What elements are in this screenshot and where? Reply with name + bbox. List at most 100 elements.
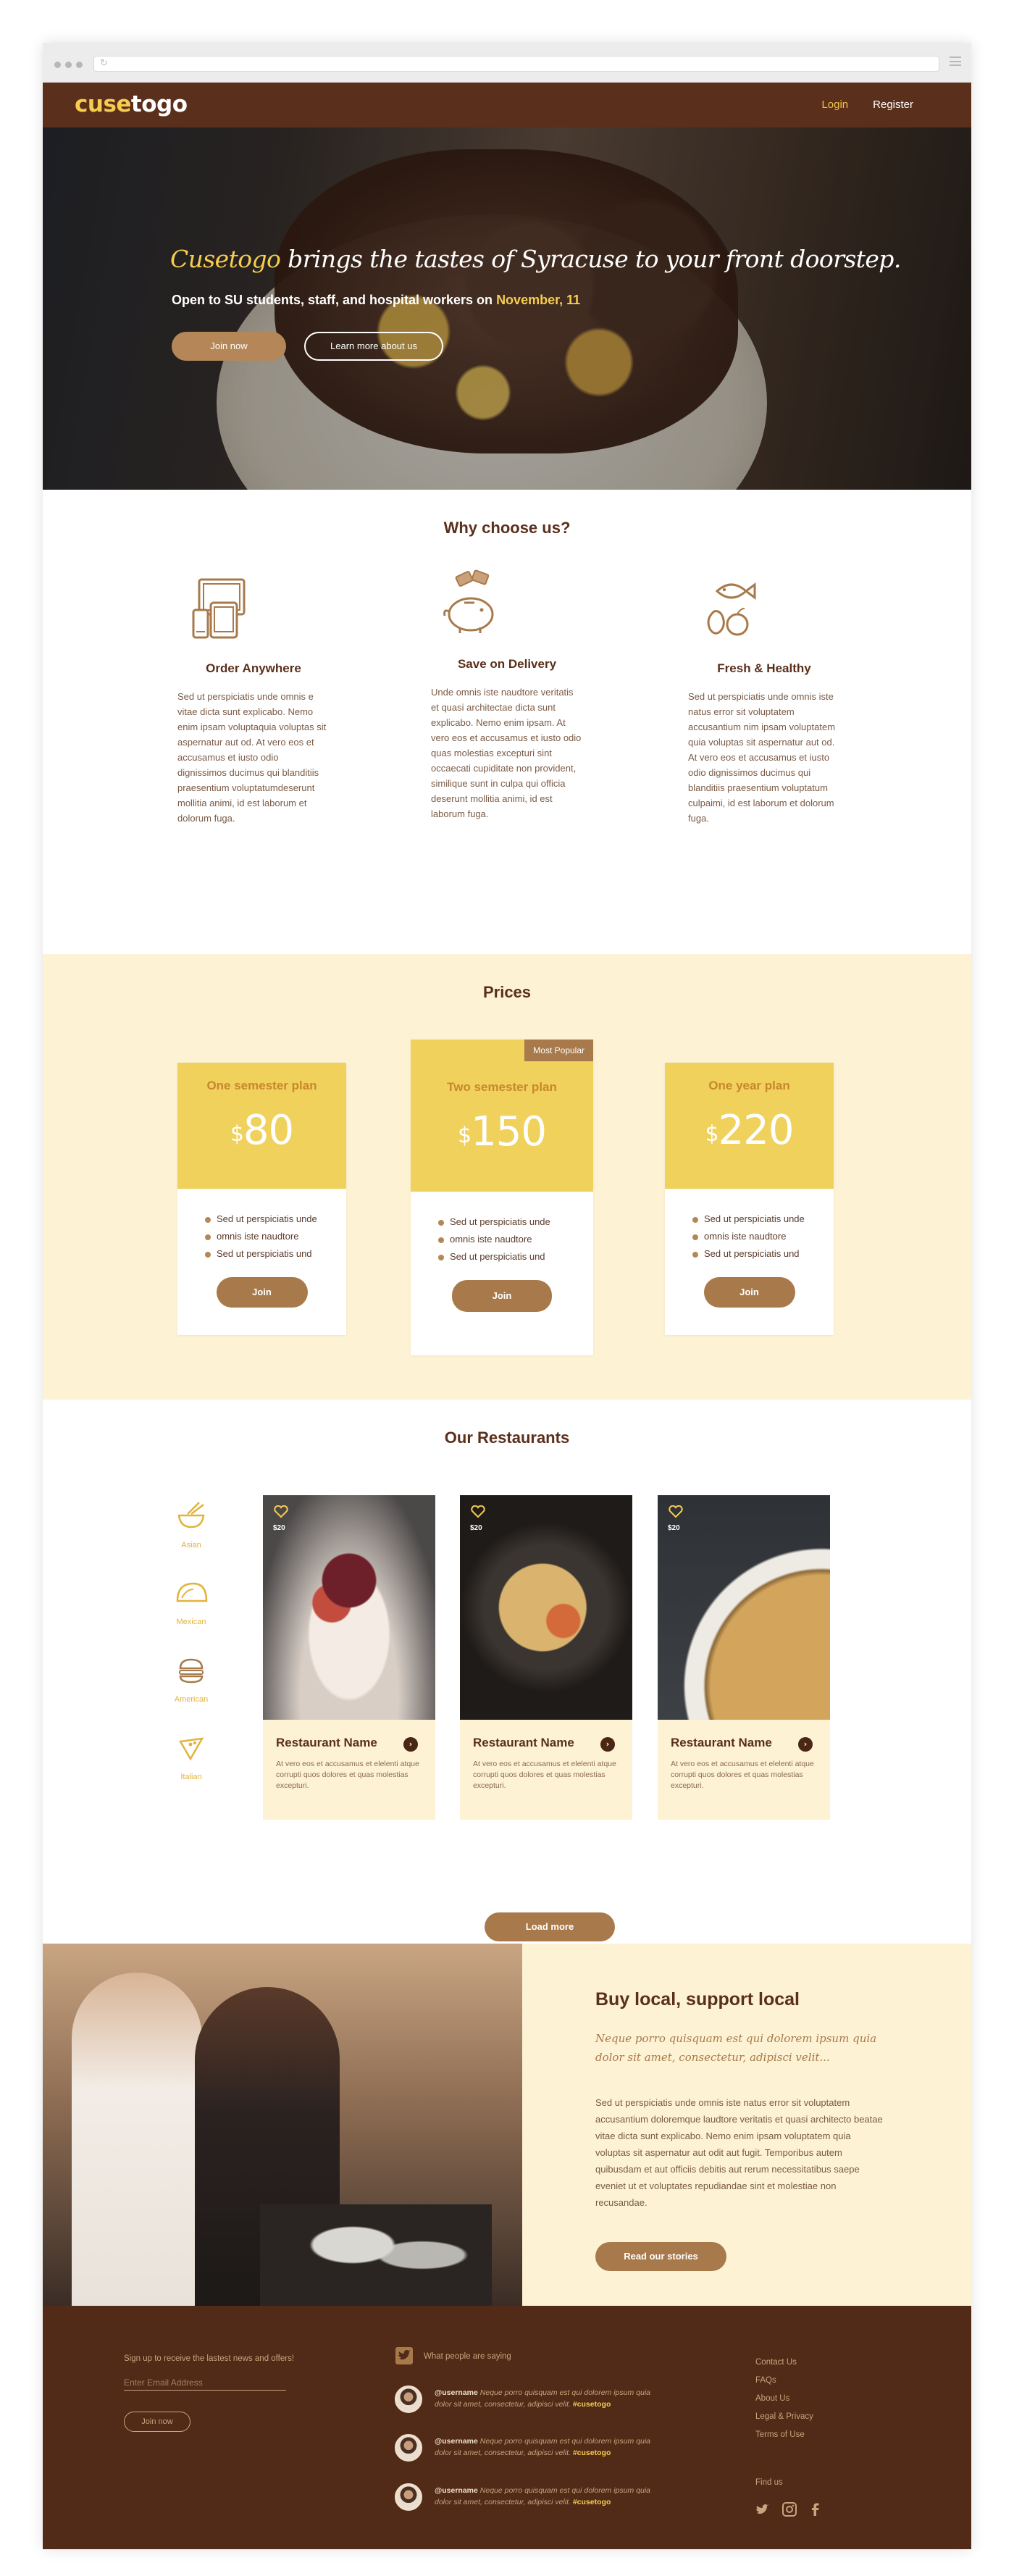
top-nav: cusetogo Login Register bbox=[43, 83, 971, 127]
plan-price: $80 bbox=[230, 1107, 294, 1154]
heart-icon[interactable] bbox=[274, 1505, 288, 1518]
burger-icon bbox=[179, 1658, 204, 1684]
buy-local-section: Buy local, support local Neque porro qui… bbox=[43, 1944, 971, 2306]
plan-join-button[interactable]: Join bbox=[452, 1280, 552, 1312]
social-links bbox=[755, 2501, 824, 2517]
price-card-one-year: One year plan $220 Sed ut perspiciatis u… bbox=[665, 1063, 834, 1335]
arrow-right-icon[interactable]: › bbox=[798, 1737, 813, 1752]
logo[interactable]: cusetogo bbox=[75, 91, 188, 117]
plan-join-button[interactable]: Join bbox=[216, 1277, 308, 1308]
footer-link-faqs[interactable]: FAQs bbox=[755, 2372, 813, 2390]
hero-sub-text: Open to SU students, staff, and hospital… bbox=[172, 293, 497, 307]
avatar bbox=[395, 2385, 422, 2413]
taco-icon bbox=[176, 1582, 208, 1602]
category-label: American bbox=[174, 1695, 209, 1704]
category-label: Asian bbox=[181, 1541, 201, 1550]
restaurant-card[interactable]: $20 Restaurant Name › At vero eos et accu… bbox=[658, 1495, 830, 1820]
facebook-icon[interactable] bbox=[808, 2501, 824, 2517]
tweet-hashtag[interactable]: #cusetogo bbox=[573, 2449, 611, 2457]
tweet-username[interactable]: @username bbox=[435, 2486, 478, 2495]
category-italian[interactable]: Italian bbox=[166, 1731, 217, 1781]
footer-link-about[interactable]: About Us bbox=[755, 2390, 813, 2408]
plan-join-button[interactable]: Join bbox=[703, 1277, 795, 1308]
category-american[interactable]: American bbox=[166, 1654, 217, 1704]
tweets-heading: What people are saying bbox=[424, 2352, 511, 2361]
login-link[interactable]: Login bbox=[821, 99, 848, 111]
plan-feature-item: Sed ut perspiciatis und bbox=[438, 1248, 593, 1266]
load-more-button[interactable]: Load more bbox=[485, 1912, 615, 1941]
restaurant-card[interactable]: $20 Restaurant Name › At vero eos et accu… bbox=[263, 1495, 435, 1820]
reload-icon[interactable]: ↻ bbox=[100, 58, 108, 69]
read-stories-button[interactable]: Read our stories bbox=[595, 2242, 726, 2271]
restaurant-photo: $20 bbox=[658, 1495, 830, 1720]
restaurant-card[interactable]: $20 Restaurant Name › At vero eos et accu… bbox=[460, 1495, 632, 1820]
devices-icon bbox=[192, 578, 246, 639]
window-controls[interactable] bbox=[54, 62, 83, 68]
plan-feature-item: omnis iste naudtore bbox=[438, 1231, 593, 1248]
learn-more-button[interactable]: Learn more about us bbox=[304, 332, 443, 361]
restaurant-name: Restaurant Name bbox=[671, 1736, 772, 1749]
feature-order-anywhere: Order Anywhere Sed ut perspiciatis unde … bbox=[177, 569, 330, 826]
most-popular-badge: Most Popular bbox=[524, 1040, 593, 1061]
instagram-icon[interactable] bbox=[782, 2501, 797, 2517]
tweet-hashtag[interactable]: #cusetogo bbox=[573, 2498, 611, 2506]
feature-title: Fresh & Healthy bbox=[717, 661, 811, 675]
newsletter-text: Sign up to receive the lastest news and … bbox=[124, 2354, 295, 2363]
hero-brand-word: Cusetogo bbox=[170, 245, 281, 273]
prices-section: Prices One semester plan $80 Sed ut pers… bbox=[43, 954, 971, 1400]
plan-feature-item: Sed ut perspiciatis unde bbox=[205, 1210, 346, 1228]
avatar bbox=[395, 2483, 422, 2511]
browser-window: ↻ cusetogo Login Register Cusetogo bring… bbox=[43, 43, 971, 2549]
why-choose-us-section: Why choose us? Order Anywhere Sed ut per… bbox=[43, 490, 971, 928]
plan-feature-item: Sed ut perspiciatis unde bbox=[692, 1210, 834, 1228]
category-asian[interactable]: Asian bbox=[166, 1500, 217, 1550]
plan-name: One year plan bbox=[708, 1079, 790, 1092]
plan-features: Sed ut perspiciatis unde omnis iste naud… bbox=[665, 1189, 834, 1263]
register-link[interactable]: Register bbox=[873, 99, 913, 111]
hero-join-button[interactable]: Join now bbox=[172, 332, 286, 361]
hero-subtitle: Open to SU students, staff, and hospital… bbox=[172, 293, 580, 308]
arrow-right-icon[interactable]: › bbox=[600, 1737, 615, 1752]
piggy-bank-icon bbox=[443, 569, 494, 633]
hamburger-menu-icon[interactable] bbox=[950, 57, 961, 66]
why-title: Why choose us? bbox=[443, 519, 571, 537]
plan-features: Sed ut perspiciatis unde omnis iste naud… bbox=[177, 1189, 346, 1263]
logo-prefix: cuse bbox=[75, 91, 131, 117]
heart-icon[interactable] bbox=[669, 1505, 683, 1518]
find-us-label: Find us bbox=[755, 2478, 783, 2487]
plan-feature-item: omnis iste naudtore bbox=[692, 1228, 834, 1245]
noodle-bowl-icon bbox=[177, 1502, 205, 1529]
email-input[interactable] bbox=[124, 2375, 286, 2391]
twitter-icon[interactable] bbox=[755, 2501, 771, 2517]
price-card-one-semester: One semester plan $80 Sed ut perspiciati… bbox=[177, 1063, 346, 1335]
address-bar[interactable]: ↻ bbox=[93, 56, 939, 72]
newsletter-join-button[interactable]: Join now bbox=[124, 2412, 190, 2432]
tweet-username[interactable]: @username bbox=[435, 2437, 478, 2446]
plan-feature-item: Sed ut perspiciatis und bbox=[692, 1245, 834, 1263]
restaurant-description: At vero eos et accusamus et elelenti atq… bbox=[276, 1760, 419, 1790]
category-mexican[interactable]: Mexican bbox=[166, 1576, 217, 1626]
twitter-icon bbox=[395, 2347, 413, 2364]
restaurant-description: At vero eos et accusamus et elelenti atq… bbox=[671, 1760, 814, 1790]
footer-link-legal[interactable]: Legal & Privacy bbox=[755, 2408, 813, 2426]
restaurant-name: Restaurant Name bbox=[473, 1736, 574, 1749]
logo-suffix: togo bbox=[130, 91, 188, 117]
restaurant-photo: $20 bbox=[460, 1495, 632, 1720]
tweet-username[interactable]: @username bbox=[435, 2388, 478, 2397]
heart-icon[interactable] bbox=[471, 1505, 485, 1518]
category-label: Mexican bbox=[176, 1618, 206, 1626]
buy-local-lead: Neque porro quisquam est qui dolorem ips… bbox=[595, 2032, 877, 2064]
footer-link-terms[interactable]: Terms of Use bbox=[755, 2426, 813, 2444]
hero-headline: Cusetogo brings the tastes of Syracuse t… bbox=[170, 245, 901, 273]
feature-save-on-delivery: Save on Delivery Unde omnis iste naudtor… bbox=[431, 565, 583, 821]
arrow-right-icon[interactable]: › bbox=[403, 1737, 418, 1752]
tweet-hashtag[interactable]: #cusetogo bbox=[573, 2400, 611, 2409]
feature-fresh-healthy: Fresh & Healthy Sed ut perspiciatis unde… bbox=[688, 569, 840, 826]
plan-name: One semester plan bbox=[206, 1079, 317, 1092]
feature-text: Sed ut perspiciatis unde omnis iste natu… bbox=[688, 691, 836, 824]
restaurants-title: Our Restaurants bbox=[444, 1429, 570, 1447]
footer-link-contact[interactable]: Contact Us bbox=[755, 2354, 813, 2372]
hero-headline-text: brings the tastes of Syracuse to your fr… bbox=[280, 245, 901, 273]
plan-feature-item: Sed ut perspiciatis und bbox=[205, 1245, 346, 1263]
restaurant-price: $20 bbox=[273, 1524, 285, 1532]
